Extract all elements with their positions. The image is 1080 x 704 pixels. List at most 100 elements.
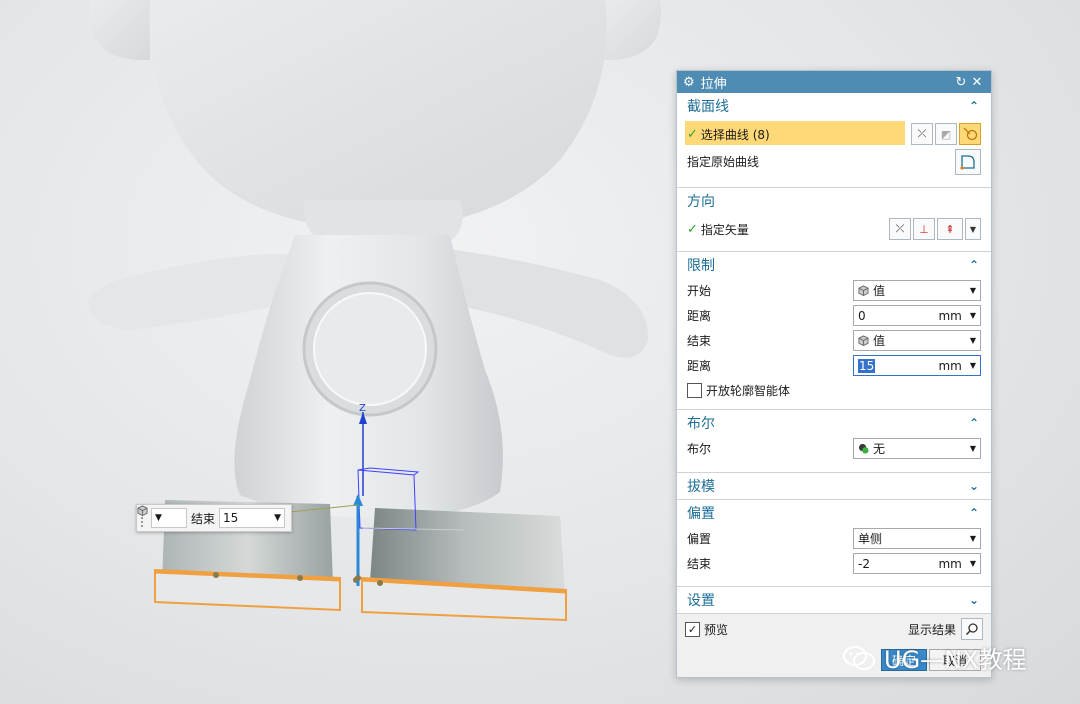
check-icon: ✓ [687, 221, 698, 237]
start-row: 开始 值 ▼ [677, 278, 991, 303]
unit-label: mm [938, 556, 962, 571]
boolean-row: 布尔 无 ▼ [677, 436, 991, 461]
end-distance-row: 距离 15 mm ▼ [677, 353, 991, 378]
select-curve-label: 选择曲线 (8) [700, 127, 770, 142]
original-curve-label: 指定原始曲线 [687, 155, 760, 169]
chevron-down-icon[interactable]: ⌄ [967, 479, 981, 493]
open-profile-label: 开放轮廓智能体 [706, 384, 791, 398]
section-header-settings[interactable]: 设置 ⌄ [677, 587, 991, 613]
extrude-dialog: ⚙ 拉伸 ↻ ✕ 截面线 ⌃ ✓ 选择曲线 (8) ⤫ ◩ 指定原始曲线 方向 … [676, 70, 992, 678]
end-type-value: 值 [873, 334, 886, 348]
chevron-down-icon[interactable]: ▼ [970, 559, 976, 568]
end-type-dropdown[interactable]: ▼ [137, 505, 187, 528]
show-result-button[interactable] [961, 618, 983, 640]
mini-end-label: 结束 [191, 511, 216, 526]
chevron-down-icon[interactable]: ⌄ [967, 593, 981, 607]
show-result-label: 显示结果 [907, 622, 956, 637]
dialog-title: 拉伸 [700, 76, 727, 92]
section-title: 偏置 [687, 506, 715, 522]
unit-label: mm [938, 308, 962, 323]
chevron-up-icon[interactable]: ⌃ [967, 258, 981, 272]
magnifier-icon [965, 623, 978, 636]
section-title: 设置 [687, 593, 715, 609]
section-header-boolean[interactable]: 布尔 ⌃ [677, 410, 991, 436]
reset-icon[interactable]: ↻ [953, 75, 969, 90]
original-curve-icon [960, 154, 975, 170]
vector-dialog-button[interactable]: ⊥ [913, 218, 935, 240]
end-type-select[interactable]: 值 ▼ [853, 330, 981, 351]
axis-label-x: X [470, 526, 477, 537]
extrude-mini-toolbar: ▼ 结束 15 ▼ [136, 504, 292, 532]
close-icon[interactable]: ✕ [969, 75, 985, 90]
section-title: 布尔 [687, 416, 715, 432]
chevron-down-icon: ▼ [969, 336, 976, 345]
boolean-value: 无 [873, 442, 886, 456]
chevron-down-icon: ▼ [155, 513, 162, 523]
preview-label: 预览 [704, 622, 729, 637]
section-title: 方向 [687, 194, 715, 210]
mini-end-value: 15 [223, 511, 239, 525]
offset-end-input[interactable]: -2 mm ▼ [853, 553, 981, 574]
offset-type-value: 单侧 [858, 532, 883, 546]
vector-options-dropdown[interactable]: ▼ [965, 218, 981, 240]
reverse-direction-button[interactable]: ⤫ [889, 218, 911, 240]
start-distance-input[interactable]: 0 mm ▼ [853, 305, 981, 326]
offset-end-row: 结束 -2 mm ▼ [677, 551, 991, 576]
head [149, 0, 607, 230]
original-curve-button[interactable] [955, 148, 981, 175]
curve-select-button[interactable] [959, 123, 981, 145]
chevron-down-icon[interactable]: ▼ [970, 361, 976, 370]
unit-label: mm [938, 358, 962, 373]
original-curve-row[interactable]: 指定原始曲线 [677, 148, 991, 175]
mini-end-input[interactable]: 15 ▼ [219, 508, 286, 528]
right-ear [600, 0, 662, 61]
gear-icon[interactable]: ⚙ [683, 75, 695, 90]
check-icon: ✓ [687, 126, 698, 142]
end-distance-input[interactable]: 15 mm ▼ [853, 355, 981, 376]
section-curve: 截面线 ⌃ ✓ 选择曲线 (8) ⤫ ◩ 指定原始曲线 [677, 93, 991, 188]
watermark-text: UG—NX教程 [884, 646, 1027, 674]
section-title: 限制 [687, 258, 715, 274]
inferred-vector-button[interactable]: ⇞ [937, 218, 963, 240]
deselect-curve-button[interactable]: ⤫ [911, 123, 933, 145]
specify-vector-label: 指定矢量 [700, 222, 749, 237]
chevron-down-icon[interactable]: ▼ [970, 311, 976, 320]
chevron-up-icon[interactable]: ⌃ [967, 99, 981, 113]
curve-icon [963, 127, 978, 141]
section-header-offset[interactable]: 偏置 ⌃ [677, 500, 991, 526]
offset-type-select[interactable]: 单侧 ▼ [853, 528, 981, 549]
section-offset: 偏置 ⌃ 偏置 单侧 ▼ 结束 -2 mm ▼ [677, 500, 991, 587]
section-title: 拔模 [687, 479, 715, 495]
offset-end-value: -2 [858, 556, 870, 571]
start-distance-row: 距离 0 mm ▼ [677, 303, 991, 328]
boolean-select[interactable]: 无 ▼ [853, 438, 981, 459]
axis-label-z: Z [359, 403, 366, 414]
select-curve-row[interactable]: ✓ 选择曲线 (8) ⤫ ◩ [677, 119, 991, 149]
dialog-title-bar[interactable]: ⚙ 拉伸 ↻ ✕ [677, 71, 991, 93]
section-direction: 方向 ✓ 指定矢量 ⤫ ⊥ ⇞ ▼ [677, 188, 991, 252]
start-type-select[interactable]: 值 ▼ [853, 280, 981, 301]
section-header-draft[interactable]: 拔模 ⌄ [677, 473, 991, 499]
chevron-up-icon[interactable]: ⌃ [967, 416, 981, 430]
watermark: UG—NX教程 [842, 640, 1027, 675]
sketch-section-button[interactable]: ◩ [935, 123, 957, 145]
specify-vector-row[interactable]: ✓ 指定矢量 ⤫ ⊥ ⇞ ▼ [677, 214, 991, 244]
open-profile-checkbox[interactable] [687, 383, 702, 398]
preview-row: ✓ 预览 显示结果 [677, 615, 991, 643]
chevron-down-icon: ▼ [274, 513, 282, 523]
cube-icon [858, 285, 869, 296]
left-ear [89, 0, 150, 61]
section-limits: 限制 ⌃ 开始 值 ▼ 距离 0 mm ▼ 结束 值 ▼ 距离 15 mm ▼ … [677, 252, 991, 410]
start-distance-value: 0 [858, 308, 866, 323]
section-header-limits[interactable]: 限制 ⌃ [677, 252, 991, 278]
preview-checkbox[interactable]: ✓ [685, 621, 700, 637]
chevron-down-icon: ▼ [969, 534, 976, 543]
section-header-direction[interactable]: 方向 [677, 188, 991, 214]
end-distance-value: 15 [858, 358, 876, 373]
end-row: 结束 值 ▼ [677, 328, 991, 353]
section-header-curve[interactable]: 截面线 ⌃ [677, 93, 991, 119]
chevron-up-icon[interactable]: ⌃ [967, 506, 981, 520]
open-profile-row[interactable]: 开放轮廓智能体 [677, 378, 991, 403]
start-type-value: 值 [873, 284, 886, 298]
offset-type-row: 偏置 单侧 ▼ [677, 526, 991, 551]
